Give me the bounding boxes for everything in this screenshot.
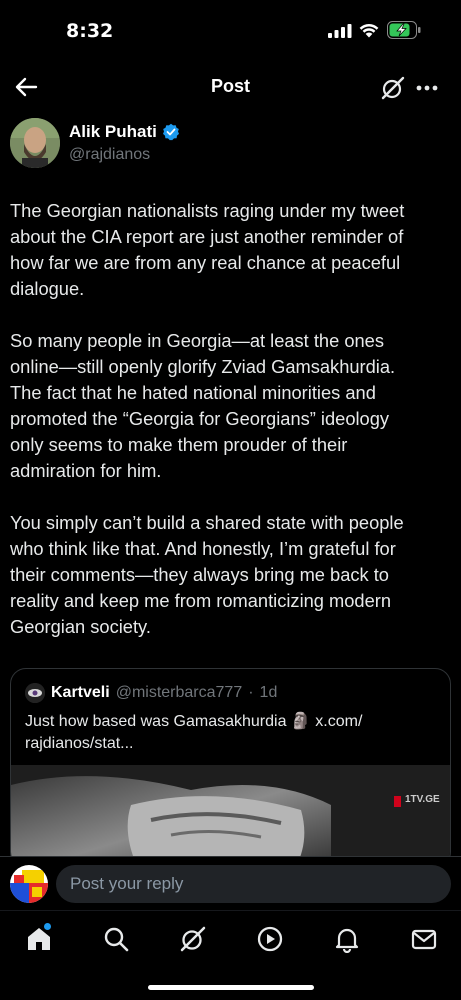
quoted-post-video-thumbnail[interactable]: 1TV.GE: [11, 765, 450, 867]
grok-icon[interactable]: [179, 925, 207, 953]
quoted-post-card[interactable]: Kartveli @misterbarca777 · 1d Just how b…: [10, 668, 451, 868]
home-notification-dot: [44, 923, 51, 930]
post-paragraph: You simply can’t build a shared state wi…: [10, 512, 404, 637]
grok-icon[interactable]: [380, 75, 406, 101]
quoted-post-text-line: Just how based was Gamasakhurdia 🗿 x.com…: [25, 713, 363, 730]
quoted-author-name: Kartveli: [51, 684, 110, 701]
video-icon[interactable]: [256, 925, 284, 953]
quoted-author-handle: @misterbarca777: [115, 684, 243, 701]
post-paragraph: So many people in Georgia—at least the o…: [10, 330, 396, 481]
more-options-icon[interactable]: [414, 75, 440, 101]
post-paragraph: The Georgian nationalists raging under m…: [10, 200, 405, 299]
post-header: Post: [0, 62, 461, 112]
reply-bar: [0, 856, 461, 910]
reply-input[interactable]: [56, 865, 451, 903]
author-name[interactable]: Alik Puhati: [69, 122, 157, 142]
verified-badge-icon: [162, 123, 179, 141]
author-name-row[interactable]: Alik Puhati: [69, 122, 180, 142]
notifications-icon[interactable]: [333, 925, 361, 953]
cellular-signal-icon: [328, 24, 352, 38]
quoted-author-avatar: [25, 683, 45, 703]
media-watermark: 1TV.GE: [405, 794, 440, 805]
messages-icon[interactable]: [410, 925, 438, 953]
author-handle[interactable]: @rajdianos: [69, 146, 150, 164]
home-indicator: [148, 985, 314, 990]
status-bar: 8:32: [0, 0, 461, 62]
post-text: The Georgian nationalists raging under m…: [10, 198, 451, 666]
author-avatar[interactable]: [10, 118, 60, 168]
user-avatar[interactable]: [10, 865, 48, 903]
quoted-separator: ·: [248, 684, 254, 701]
status-time: 8:32: [66, 20, 114, 42]
battery-charging-icon: [387, 21, 421, 39]
quoted-post-text-line: rajdianos/stat...: [25, 735, 134, 752]
quoted-post-header: Kartveli @misterbarca777 · 1d: [25, 683, 277, 703]
quoted-post-text: Just how based was Gamasakhurdia 🗿 x.com…: [25, 711, 435, 755]
wifi-icon: [359, 23, 379, 38]
search-icon[interactable]: [102, 925, 130, 953]
quoted-post-time: 1d: [259, 684, 278, 701]
